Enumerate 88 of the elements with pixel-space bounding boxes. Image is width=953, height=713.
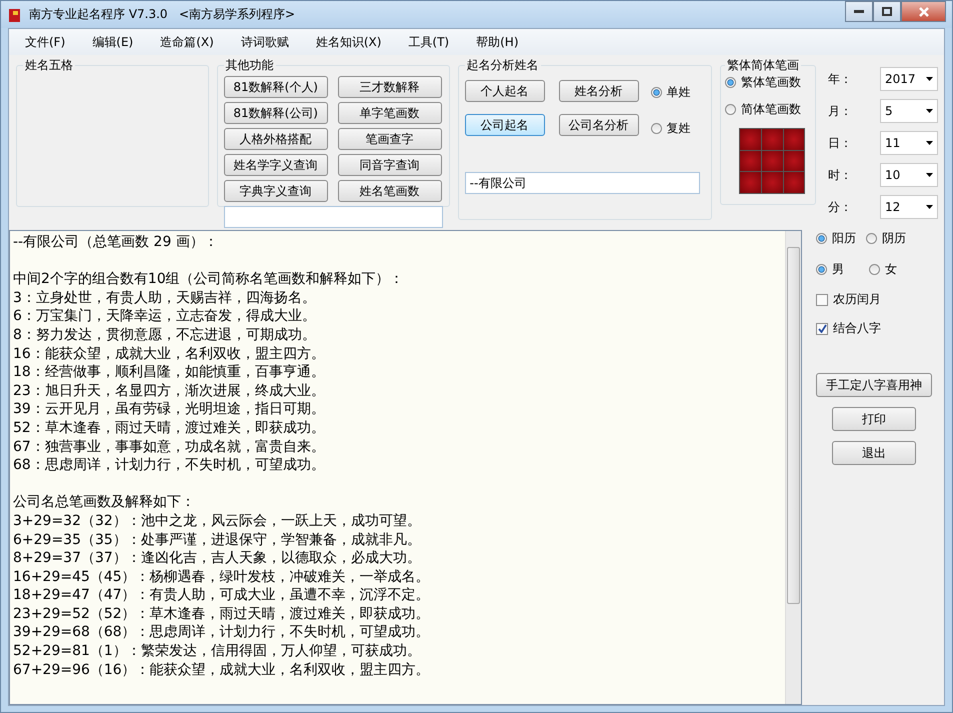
result-line: 18+29=47（47）：有贵人助，可成大业，虽遭不幸，沉浮不定。 [13, 586, 431, 605]
input-field[interactable] [224, 206, 443, 228]
close-button[interactable] [901, 1, 946, 22]
radio-button[interactable]: 阴历 [866, 230, 906, 247]
radio-button[interactable]: 简体笔画数 [725, 101, 811, 118]
dropdown-arrow-icon [926, 173, 933, 177]
result-line: 39+29=68（68）：思虑周详，计划力行，不失时机，可望成功。 [13, 623, 431, 642]
menu-item[interactable]: 诗词歌赋 [238, 34, 302, 50]
radio-button[interactable]: 阳历 [816, 230, 856, 247]
result-line: 8：努力发达，贯彻意愿，不忘进退，可期成功。 [13, 326, 317, 345]
dropdown-arrow-icon [926, 109, 933, 113]
checkbox[interactable]: 农历闰月 [816, 291, 881, 308]
function-button[interactable]: 单字笔画数 [338, 102, 442, 124]
function-button[interactable]: 人格外格搭配 [224, 128, 328, 150]
maximize-button[interactable] [873, 1, 901, 22]
group-title: 姓名五格 [24, 57, 74, 74]
close-icon [918, 6, 928, 16]
function-button[interactable]: 笔画查字 [338, 128, 442, 150]
date-label: 时： [827, 166, 853, 184]
result-line: 68：思虑周详，计划力行，不失时机，可望成功。 [13, 456, 326, 475]
name-input-field[interactable]: --有限公司 [464, 172, 700, 194]
radio-button[interactable]: 复姓 [650, 120, 691, 137]
result-line: 52+29=81（1）：繁荣发达，信用得固，万人仰望，可获成功。 [13, 642, 422, 661]
result-line: 52：草木逢春，雨过天晴，渡过难关，即获成功。 [13, 418, 326, 438]
function-button[interactable]: 81数解释(公司) [224, 102, 328, 124]
menu-item[interactable]: 帮助(H) [474, 34, 532, 50]
menu-item[interactable]: 编辑(E) [90, 34, 146, 50]
group-title: 繁体简体笔画 [726, 57, 800, 74]
result-line: 16：能获众望，成就大业，名利双收，盟主四方。 [13, 344, 326, 364]
result-line: 6+29=35（35）：处事严谨，进退保守，学智兼备，成就非凡。 [13, 530, 422, 550]
action-button[interactable]: 公司起名 [464, 114, 545, 136]
dropdown[interactable]: 2017 [880, 67, 938, 91]
result-line: 公司名总笔画数及解释如下： [13, 493, 196, 512]
window-title: 南方专业起名程序 V7.3.0 <南方易学系列程序> [29, 6, 296, 23]
dropdown-arrow-icon [926, 205, 933, 209]
result-line: 8+29=37（37）：逢凶化吉，吉人天象，以德取众，必成大功。 [13, 549, 422, 568]
dropdown[interactable]: 12 [880, 195, 938, 219]
menu-item[interactable]: 姓名知识(X) [314, 34, 394, 50]
result-line: 18：经营做事，顺利昌隆，如能慎重，百事亨通。 [13, 363, 326, 382]
action-button[interactable]: 公司名分析 [558, 114, 639, 136]
result-line: 23：旭日升天，名显四方，渐次进展，终成大业。 [13, 382, 326, 400]
function-button[interactable]: 姓名笔画数 [338, 180, 442, 202]
radio-button[interactable]: 单姓 [650, 84, 691, 101]
function-button[interactable]: 姓名学字义查询 [224, 154, 328, 176]
menu-item[interactable]: 造命篇(X) [158, 34, 227, 50]
date-label: 日： [827, 134, 853, 152]
result-line: 39：云开见月，虽有劳碌，光明坦途，指日可期。 [13, 400, 326, 419]
function-button[interactable]: 同音字查询 [338, 154, 442, 176]
radio-button[interactable]: 男 [816, 261, 844, 278]
calligraphy-tiles-drawing[interactable] [739, 128, 806, 194]
checkmark-icon [818, 324, 826, 333]
checkbox[interactable]: 结合八字 [816, 320, 881, 337]
date-label: 分： [827, 198, 853, 216]
minimize-icon [854, 10, 864, 14]
menu-item[interactable]: 文件(F) [23, 34, 78, 50]
function-button[interactable]: 字典字义查询 [224, 180, 328, 202]
action-button[interactable]: 退出 [832, 441, 916, 465]
scrollbar[interactable] [785, 231, 801, 704]
group-title: 其他功能 [224, 57, 275, 74]
result-line: 23+29=52（52）：草木逢春，雨过天晴，渡过难关，即获成功。 [13, 604, 431, 624]
radio-button[interactable]: 女 [869, 261, 897, 278]
action-button[interactable]: 打印 [832, 407, 916, 431]
date-label: 月： [827, 102, 853, 120]
date-label: 年： [827, 70, 853, 88]
action-button[interactable]: 手工定八字喜用神 [816, 373, 932, 397]
result-line: 67+29=96（16）：能获众望，成就大业，名利双收，盟主四方。 [13, 660, 431, 680]
result-line: 67：独营事业，事事如意，功成名就，富贵自来。 [13, 438, 326, 456]
minimize-button[interactable] [845, 1, 873, 22]
result-line: 16+29=45（45）：杨柳遇春，绿叶发枝，冲破难关，一举成名。 [13, 568, 431, 586]
result-line: 6：万宝集门，天降幸运，立志奋发，得成大业。 [13, 307, 317, 326]
action-button[interactable]: 姓名分析 [558, 80, 639, 102]
book-icon [7, 6, 23, 22]
dropdown[interactable]: 5 [880, 99, 938, 123]
dropdown[interactable]: 10 [880, 163, 938, 187]
dropdown-arrow-icon [926, 141, 933, 145]
function-button[interactable]: 三才数解释 [338, 76, 442, 98]
result-line: 中间2个字的组合数有10组（公司简称名笔画数和解释如下）： [13, 270, 405, 289]
dropdown-arrow-icon [926, 77, 933, 81]
result-line: 3+29=32（32）：池中之龙，风云际会，一跃上天，成功可望。 [13, 512, 422, 530]
action-button[interactable]: 个人起名 [464, 80, 545, 102]
result-line: --有限公司（总笔画数 29 画）： [13, 233, 219, 252]
radio-button[interactable]: 繁体笔画数 [725, 74, 811, 91]
maximize-icon [882, 7, 892, 16]
dropdown[interactable]: 11 [880, 131, 938, 155]
result-line: 3：立身处世，有贵人助，天赐吉祥，四海扬名。 [13, 288, 317, 308]
function-button[interactable]: 81数解释(个人) [224, 76, 328, 98]
group-title: 起名分析姓名 [466, 57, 540, 74]
menu-item[interactable]: 工具(T) [406, 34, 462, 50]
